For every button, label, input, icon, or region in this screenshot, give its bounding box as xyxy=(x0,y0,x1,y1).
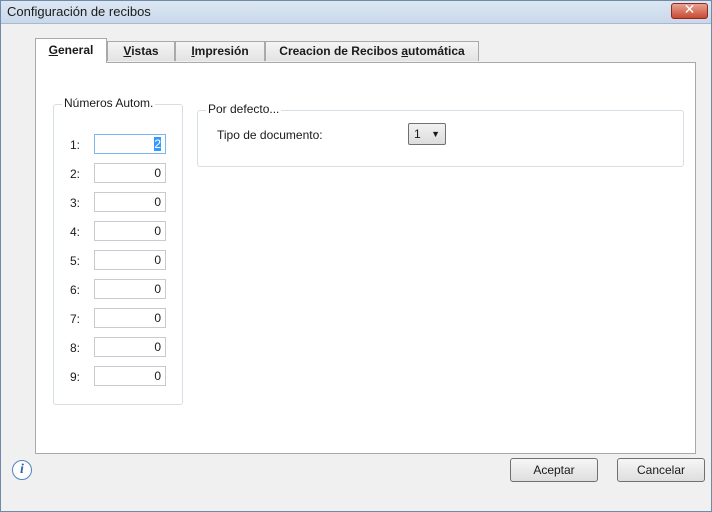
numero-value: 2 xyxy=(154,137,161,151)
tipo-documento-select[interactable]: 1 ▼ xyxy=(408,123,446,145)
numero-label: 9: xyxy=(70,370,81,384)
tab-creacion-label-pre: Creacion de Recibos xyxy=(279,44,402,58)
tab-impresion-label: mpresión xyxy=(194,44,249,58)
numero-field-6[interactable]: 0 xyxy=(94,279,166,299)
numero-field-2[interactable]: 0 xyxy=(94,163,166,183)
numero-field-3[interactable]: 0 xyxy=(94,192,166,212)
numero-field-7[interactable]: 0 xyxy=(94,308,166,328)
numero-field-5[interactable]: 0 xyxy=(94,250,166,270)
numero-row-4: 4: 0 xyxy=(54,221,184,243)
tab-creacion-recibos[interactable]: Creacion de Recibos automática xyxy=(265,41,479,61)
numero-label: 4: xyxy=(70,225,81,239)
numero-field-1[interactable]: 2 xyxy=(94,134,166,154)
numero-field-9[interactable]: 0 xyxy=(94,366,166,386)
numero-row-5: 5: 0 xyxy=(54,250,184,272)
numero-label: 3: xyxy=(70,196,81,210)
numero-label: 7: xyxy=(70,312,81,326)
numero-row-3: 3: 0 xyxy=(54,192,184,214)
tipo-documento-value: 1 xyxy=(414,127,421,141)
window-title: Configuración de recibos xyxy=(7,4,151,19)
numero-field-8[interactable]: 0 xyxy=(94,337,166,357)
tab-general-mnemonic: G xyxy=(48,43,58,57)
numero-row-6: 6: 0 xyxy=(54,279,184,301)
chevron-down-icon: ▼ xyxy=(431,129,440,139)
tab-vistas[interactable]: Vistas xyxy=(107,41,175,61)
tab-creacion-label: utomática xyxy=(408,44,465,58)
close-button[interactable]: ✕ xyxy=(671,2,708,19)
dialog-window: Configuración de recibos ✕ General Vista… xyxy=(0,0,712,512)
tab-creacion-mnemonic: a xyxy=(401,44,409,58)
numero-label: 8: xyxy=(70,341,81,355)
info-icon[interactable]: i xyxy=(12,460,32,480)
por-defecto-legend: Por defecto... xyxy=(206,102,282,116)
numero-row-8: 8: 0 xyxy=(54,337,184,359)
tab-general-label: eneral xyxy=(57,43,94,57)
numero-row-9: 9: 0 xyxy=(54,366,184,388)
por-defecto-group: Por defecto... Tipo de documento: 1 ▼ xyxy=(197,102,684,167)
tipo-documento-label: Tipo de documento: xyxy=(217,128,323,142)
numero-field-4[interactable]: 0 xyxy=(94,221,166,241)
close-icon: ✕ xyxy=(683,2,696,18)
cancel-button[interactable]: Cancelar xyxy=(617,458,705,482)
tab-panel-general: Números Autom. 1: 2 2: 0 3: 0 4: 0 5: 0 xyxy=(35,62,696,454)
tab-general[interactable]: General xyxy=(35,38,107,63)
accept-button[interactable]: Aceptar xyxy=(510,458,598,482)
title-bar[interactable]: Configuración de recibos ✕ xyxy=(1,1,711,24)
numero-label: 2: xyxy=(70,167,81,181)
numero-row-7: 7: 0 xyxy=(54,308,184,330)
numero-label: 5: xyxy=(70,254,81,268)
numeros-autom-group: Números Autom. 1: 2 2: 0 3: 0 4: 0 5: 0 xyxy=(53,96,184,405)
tab-impresion[interactable]: Impresión xyxy=(175,41,265,61)
numero-row-2: 2: 0 xyxy=(54,163,184,185)
numero-row-1: 1: 2 xyxy=(54,134,184,156)
numeros-autom-legend: Números Autom. xyxy=(62,96,156,110)
numero-label: 6: xyxy=(70,283,81,297)
tab-vistas-label: istas xyxy=(131,44,159,58)
numero-label: 1: xyxy=(70,138,81,152)
